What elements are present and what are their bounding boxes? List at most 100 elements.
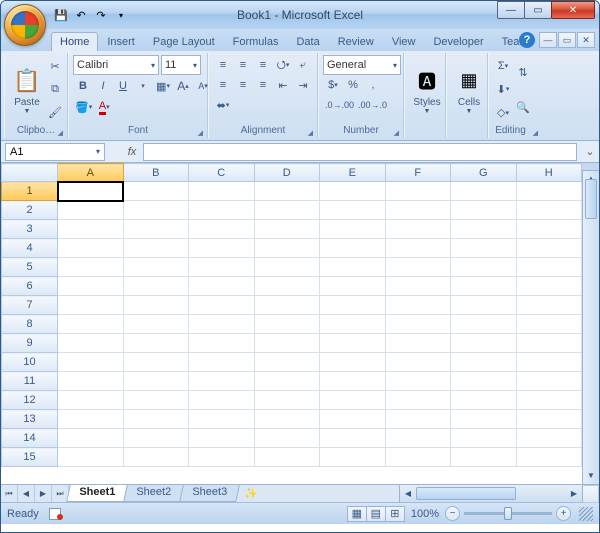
tab-page-layout[interactable]: Page Layout xyxy=(144,32,224,51)
cell[interactable] xyxy=(320,277,386,296)
cell[interactable] xyxy=(254,239,320,258)
cell[interactable] xyxy=(451,353,517,372)
tab-insert[interactable]: Insert xyxy=(98,32,144,51)
italic-button[interactable]: I xyxy=(93,76,113,96)
cell[interactable] xyxy=(385,239,451,258)
cell[interactable] xyxy=(385,334,451,353)
row-header[interactable]: 13 xyxy=(2,410,58,429)
fill-color[interactable]: 🪣▾ xyxy=(73,97,94,117)
number-format-combo[interactable]: General▾ xyxy=(323,55,401,75)
tab-home[interactable]: Home xyxy=(51,32,98,51)
cell[interactable] xyxy=(516,239,582,258)
cell[interactable] xyxy=(451,201,517,220)
cell[interactable] xyxy=(254,201,320,220)
zoom-out[interactable]: − xyxy=(445,506,460,521)
cell[interactable] xyxy=(58,353,124,372)
cell[interactable] xyxy=(516,429,582,448)
cell[interactable] xyxy=(451,258,517,277)
cell[interactable] xyxy=(254,220,320,239)
split-handle[interactable] xyxy=(582,163,599,171)
cell[interactable] xyxy=(320,182,386,201)
merge-center[interactable]: ⬌▾ xyxy=(213,95,233,115)
cell[interactable] xyxy=(254,258,320,277)
tab-data[interactable]: Data xyxy=(287,32,328,51)
office-button[interactable] xyxy=(4,4,46,46)
cell[interactable] xyxy=(516,296,582,315)
cell[interactable] xyxy=(451,296,517,315)
view-page-break[interactable]: ⊞ xyxy=(385,506,405,522)
sheet-tab[interactable]: Sheet2 xyxy=(123,485,183,502)
formula-bar[interactable] xyxy=(143,143,577,161)
cell[interactable] xyxy=(58,258,124,277)
font-name-combo[interactable]: Calibri▾ xyxy=(73,55,159,75)
cell[interactable] xyxy=(123,334,189,353)
cell[interactable] xyxy=(189,258,255,277)
font-color[interactable]: A▾ xyxy=(94,97,114,117)
align-left[interactable]: ≡ xyxy=(213,75,233,95)
cell[interactable] xyxy=(385,182,451,201)
autosum-button[interactable]: Σ▾ xyxy=(493,56,513,76)
percent-format[interactable]: % xyxy=(343,75,363,95)
view-normal[interactable]: ▦ xyxy=(347,506,367,522)
cell[interactable] xyxy=(254,296,320,315)
cell[interactable] xyxy=(189,296,255,315)
mdi-close[interactable]: ✕ xyxy=(577,32,595,48)
cell[interactable] xyxy=(123,448,189,467)
copy-icon[interactable]: ⧉ xyxy=(45,79,65,99)
cell[interactable] xyxy=(451,334,517,353)
border-button[interactable]: ▦▾ xyxy=(153,76,173,96)
cell[interactable] xyxy=(516,353,582,372)
cell[interactable] xyxy=(58,429,124,448)
comma-format[interactable]: , xyxy=(363,75,383,95)
cell[interactable] xyxy=(123,315,189,334)
hscroll-thumb[interactable] xyxy=(416,487,516,500)
cell[interactable] xyxy=(385,220,451,239)
cell[interactable] xyxy=(385,391,451,410)
col-header[interactable]: D xyxy=(254,164,320,182)
fill-button[interactable]: ⬇▾ xyxy=(493,79,513,99)
vertical-scrollbar[interactable]: ▲ ▼ xyxy=(582,163,599,484)
cell[interactable] xyxy=(123,201,189,220)
cell[interactable] xyxy=(385,296,451,315)
cell[interactable] xyxy=(320,353,386,372)
row-header[interactable]: 3 xyxy=(2,220,58,239)
cell[interactable] xyxy=(58,296,124,315)
wrap-text[interactable]: ⤶ xyxy=(293,55,313,75)
cell[interactable] xyxy=(320,239,386,258)
cell[interactable] xyxy=(516,334,582,353)
row-header[interactable]: 14 xyxy=(2,429,58,448)
resize-grip[interactable] xyxy=(579,507,593,521)
minimize-button[interactable]: — xyxy=(497,1,525,19)
cell[interactable] xyxy=(451,239,517,258)
maximize-button[interactable]: ▭ xyxy=(524,1,552,19)
vscroll-thumb[interactable] xyxy=(585,179,597,219)
cell[interactable] xyxy=(189,201,255,220)
row-header[interactable]: 1 xyxy=(2,182,58,201)
cell[interactable] xyxy=(254,410,320,429)
cell[interactable] xyxy=(189,182,255,201)
cell[interactable] xyxy=(123,258,189,277)
row-header[interactable]: 7 xyxy=(2,296,58,315)
cell[interactable] xyxy=(385,258,451,277)
cell[interactable] xyxy=(516,391,582,410)
increase-decimal[interactable]: .0→.00 xyxy=(323,95,356,115)
scroll-down[interactable]: ▼ xyxy=(583,468,599,484)
row-header[interactable]: 12 xyxy=(2,391,58,410)
mdi-minimize[interactable]: — xyxy=(539,32,557,48)
cell[interactable] xyxy=(58,372,124,391)
col-header[interactable]: F xyxy=(385,164,451,182)
cell[interactable] xyxy=(123,277,189,296)
cell[interactable] xyxy=(189,353,255,372)
cell[interactable] xyxy=(516,258,582,277)
styles-button[interactable]: 🅰 Styles ▼ xyxy=(409,55,445,124)
cell[interactable] xyxy=(123,220,189,239)
sheet-tab[interactable]: Sheet1 xyxy=(66,485,128,502)
underline-button[interactable]: U xyxy=(113,76,133,96)
formula-bar-expand[interactable]: ⌄ xyxy=(581,145,599,158)
new-sheet-icon[interactable]: ✨ xyxy=(236,485,265,502)
row-header[interactable]: 5 xyxy=(2,258,58,277)
cell[interactable] xyxy=(385,429,451,448)
tab-formulas[interactable]: Formulas xyxy=(224,32,288,51)
decrease-indent[interactable]: ⇤ xyxy=(273,75,293,95)
cell[interactable] xyxy=(451,372,517,391)
